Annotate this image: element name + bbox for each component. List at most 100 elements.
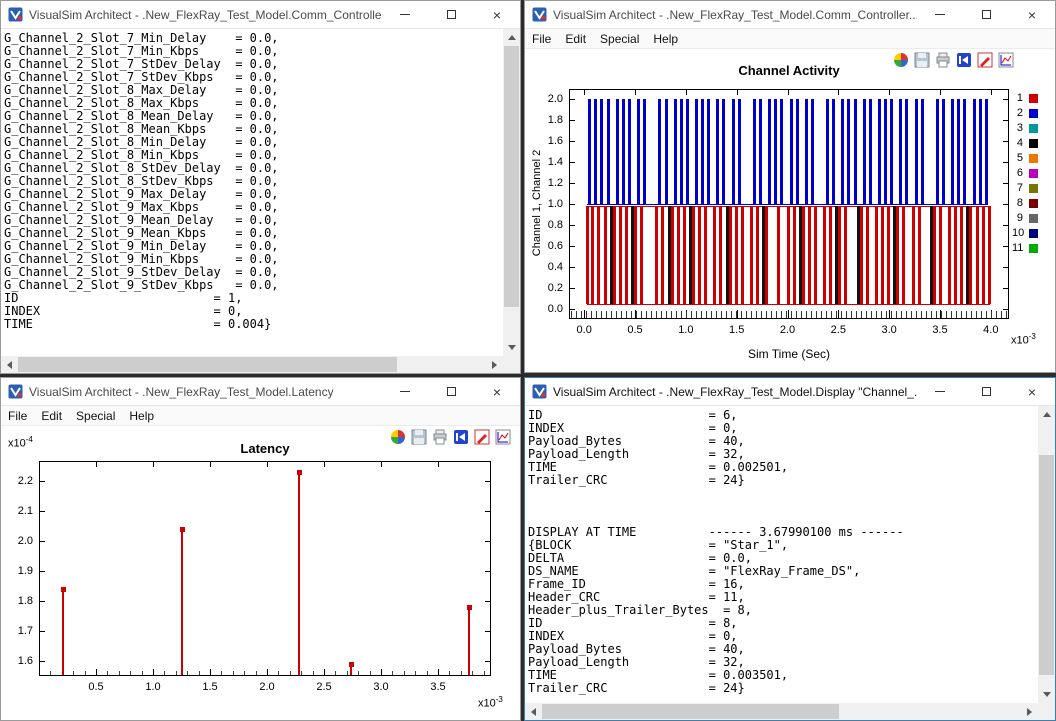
channel-2-pulse-bar [963, 99, 966, 204]
x-minor-tick [244, 671, 245, 675]
save-icon[interactable] [410, 428, 428, 446]
y-tick [1003, 288, 1008, 289]
scroll-left-button[interactable] [525, 703, 542, 720]
scrollbar-track[interactable] [1038, 423, 1055, 686]
channel-2-pulse-bar [790, 99, 793, 204]
y-tick-label: 1.2 [529, 177, 563, 189]
minimize-button[interactable] [382, 1, 428, 28]
x-scale-note: x10-3 [478, 695, 503, 710]
print-icon[interactable] [934, 51, 952, 69]
palette-icon[interactable] [892, 51, 910, 69]
y-tick [40, 511, 45, 512]
close-button[interactable]: × [474, 1, 520, 28]
fill-plot-icon[interactable] [452, 428, 470, 446]
save-icon[interactable] [913, 51, 931, 69]
scroll-up-button[interactable] [1038, 406, 1055, 423]
y-tick-label: 1.6 [1, 655, 33, 667]
y-tick [570, 246, 575, 247]
x-minor-tick [404, 671, 405, 675]
maximize-button[interactable] [963, 378, 1009, 405]
scroll-down-button[interactable] [503, 339, 520, 356]
scrollbar-track[interactable] [542, 703, 1021, 720]
channel-2-pulse-bar [942, 99, 945, 204]
channel-2-pulse-bar [832, 99, 835, 204]
signal-baseline [587, 304, 990, 305]
legend-item[interactable]: 11 [1012, 241, 1056, 255]
scroll-left-button[interactable] [1, 356, 18, 373]
scrollbar-thumb[interactable] [1039, 455, 1054, 676]
print-icon[interactable] [431, 428, 449, 446]
channel-1-pulse-bar [823, 206, 826, 303]
legend-swatch [1029, 94, 1038, 103]
channel-2-pulse-bar [847, 99, 850, 204]
x-minor-tick [278, 671, 279, 675]
channel-1-pulse-bar [729, 206, 732, 303]
legend-item[interactable]: 2 [1012, 106, 1056, 120]
x-tick-label: 3.5 [423, 681, 453, 693]
signal-baseline [587, 204, 988, 205]
scrollbar-thumb[interactable] [18, 357, 397, 372]
channel-2-pulse-bar [854, 99, 857, 204]
legend-swatch [1029, 139, 1038, 148]
x-tick-label: 1.5 [722, 324, 752, 336]
reset-axes-icon[interactable] [494, 428, 512, 446]
legend-item[interactable]: 5 [1012, 151, 1056, 165]
titlebar[interactable]: VisualSim Architect - .New_FlexRay_Test_… [1, 1, 520, 29]
legend-item[interactable]: 9 [1012, 211, 1056, 225]
horizontal-scrollbar[interactable] [525, 703, 1038, 720]
scroll-down-button[interactable] [1038, 686, 1055, 703]
close-button[interactable]: × [1009, 378, 1055, 405]
arrow-right-icon [492, 361, 497, 369]
scrollbar-thumb[interactable] [504, 46, 519, 307]
channel-2-pulse-bar [707, 99, 710, 204]
window-comm-controller-display: VisualSim Architect - .New_FlexRay_Test_… [0, 0, 521, 374]
format-icon[interactable] [976, 51, 994, 69]
latency-stem [468, 607, 470, 675]
legend-item[interactable]: 4 [1012, 136, 1056, 150]
fill-plot-icon[interactable] [955, 51, 973, 69]
scrollbar-track[interactable] [503, 46, 520, 339]
maximize-button[interactable] [428, 1, 474, 28]
minimize-button[interactable] [917, 378, 963, 405]
x-minor-tick [199, 671, 200, 675]
legend-item[interactable]: 10 [1012, 226, 1056, 240]
channel-1-pulse-bar [640, 206, 643, 303]
reset-axes-icon[interactable] [997, 51, 1015, 69]
scroll-up-button[interactable] [503, 29, 520, 46]
vertical-scrollbar[interactable] [1038, 406, 1055, 703]
horizontal-scrollbar[interactable] [1, 356, 503, 373]
legend-label: 10 [1012, 227, 1023, 239]
titlebar[interactable]: VisualSim Architect - .New_FlexRay_Test_… [525, 378, 1055, 406]
x-minor-tick [370, 671, 371, 675]
channel-2-pulse-bar [594, 99, 597, 204]
vertical-scrollbar[interactable] [503, 29, 520, 356]
channel-1-pulse-bar [619, 206, 622, 303]
message-text-view[interactable]: ID = 6, INDEX = 0, Payload_Bytes = 40, P… [525, 406, 1038, 703]
channel-2-pulse-bar [753, 99, 756, 204]
scrollbar-thumb[interactable] [542, 704, 839, 719]
y-tick-label: 2.2 [1, 475, 33, 487]
channel-2-pulse-bar [695, 99, 698, 204]
x-tick [96, 669, 97, 675]
channel-2-pulse-bar [805, 99, 808, 204]
y-tick-label: 0.8 [529, 219, 563, 231]
channel-1-pulse-bar [912, 206, 915, 303]
legend-item[interactable]: 1 [1012, 91, 1056, 105]
scrollbar-track[interactable] [18, 356, 486, 373]
legend-item[interactable]: 8 [1012, 196, 1056, 210]
x-minor-tick [449, 671, 450, 675]
y-tick [485, 481, 490, 482]
y-tick-label: 1.4 [529, 156, 563, 168]
legend-item[interactable]: 6 [1012, 166, 1056, 180]
window-title: VisualSim Architect - .New_FlexRay_Test_… [29, 8, 382, 22]
plot-area[interactable] [39, 461, 491, 676]
scroll-right-button[interactable] [1021, 703, 1038, 720]
palette-icon[interactable] [389, 428, 407, 446]
x-tick-label: 2.0 [252, 681, 282, 693]
legend-item[interactable]: 3 [1012, 121, 1056, 135]
legend-label: 1 [1012, 92, 1023, 104]
scroll-right-button[interactable] [486, 356, 503, 373]
legend-item[interactable]: 7 [1012, 181, 1056, 195]
format-icon[interactable] [473, 428, 491, 446]
message-text-view[interactable]: G_Channel_2_Slot_7_Min_Delay = 0.0, G_Ch… [1, 29, 503, 356]
